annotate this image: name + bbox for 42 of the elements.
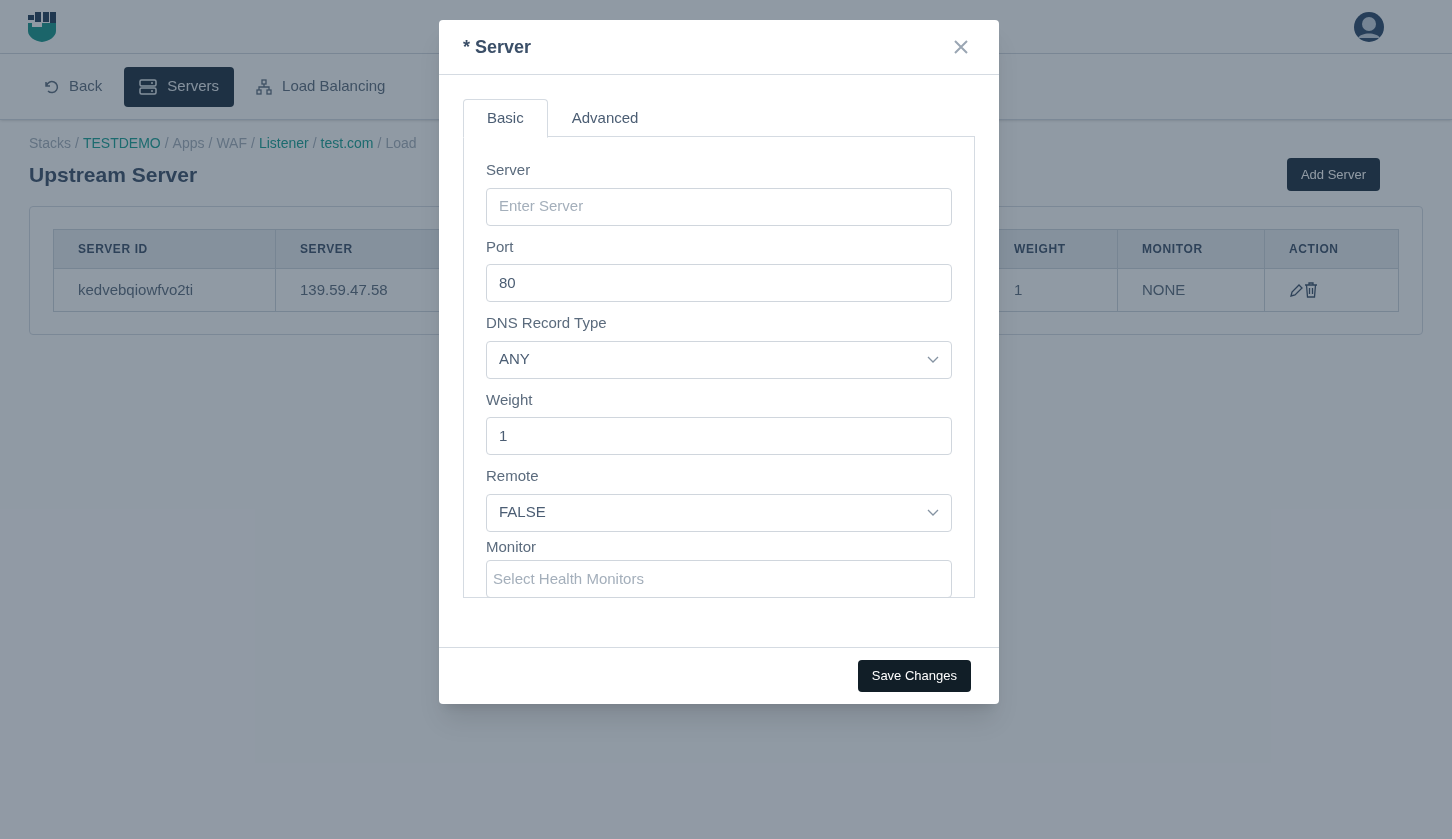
field-label: Monitor <box>486 536 538 557</box>
page-title: Upstream Server <box>29 161 198 188</box>
column-header: MONITOR <box>1118 230 1265 268</box>
table-cell: 1 <box>1012 269 1118 311</box>
field-label: Server <box>486 160 532 180</box>
column-header: ACTION <box>1288 241 1340 258</box>
input-field[interactable]: 1 <box>486 417 952 455</box>
sitemap-icon <box>256 78 273 95</box>
select-field[interactable]: ANY <box>486 340 952 379</box>
field-label: Remote <box>486 466 540 486</box>
breadcrumb-separator: / <box>311 135 318 151</box>
shield-logo-icon <box>28 11 56 42</box>
pencil-icon[interactable] <box>1289 282 1304 298</box>
tab[interactable]: Basic <box>463 99 548 138</box>
input-field[interactable]: 80 <box>486 264 952 302</box>
trash-icon[interactable] <box>1304 282 1318 298</box>
field-label: Weight <box>486 389 534 410</box>
breadcrumb-separator: / <box>376 135 383 151</box>
nav-tab[interactable]: Back <box>29 66 117 107</box>
add-server-button[interactable]: Add Server <box>1286 158 1380 191</box>
close-icon[interactable] <box>954 40 968 54</box>
nav-tab[interactable]: Servers <box>124 66 235 107</box>
breadcrumb-separator: / <box>250 135 256 151</box>
nav-tab[interactable]: Load Balancing <box>242 66 400 107</box>
modal-title: * Server <box>463 35 532 59</box>
tab[interactable]: Advanced <box>547 99 663 137</box>
save-changes-button[interactable]: Save Changes <box>857 660 971 692</box>
column-header: WEIGHT <box>1012 230 1118 268</box>
field-label: Port <box>486 236 515 257</box>
breadcrumb-separator: / <box>207 135 214 151</box>
server-icon <box>139 78 158 95</box>
avatar-icon[interactable] <box>1354 11 1384 42</box>
chevron-down-icon <box>927 508 939 517</box>
undo-icon <box>43 78 59 95</box>
field-label: DNS Record Type <box>486 313 608 333</box>
breadcrumb-separator: / <box>74 135 80 151</box>
select-field[interactable]: FALSE <box>486 493 952 532</box>
table-cell: kedvebqiowfvo2ti <box>54 269 276 311</box>
chevron-down-icon <box>927 355 939 364</box>
column-header: SERVER ID <box>54 230 276 268</box>
table-cell: NONE <box>1118 269 1265 311</box>
breadcrumb-separator: / <box>163 135 170 151</box>
